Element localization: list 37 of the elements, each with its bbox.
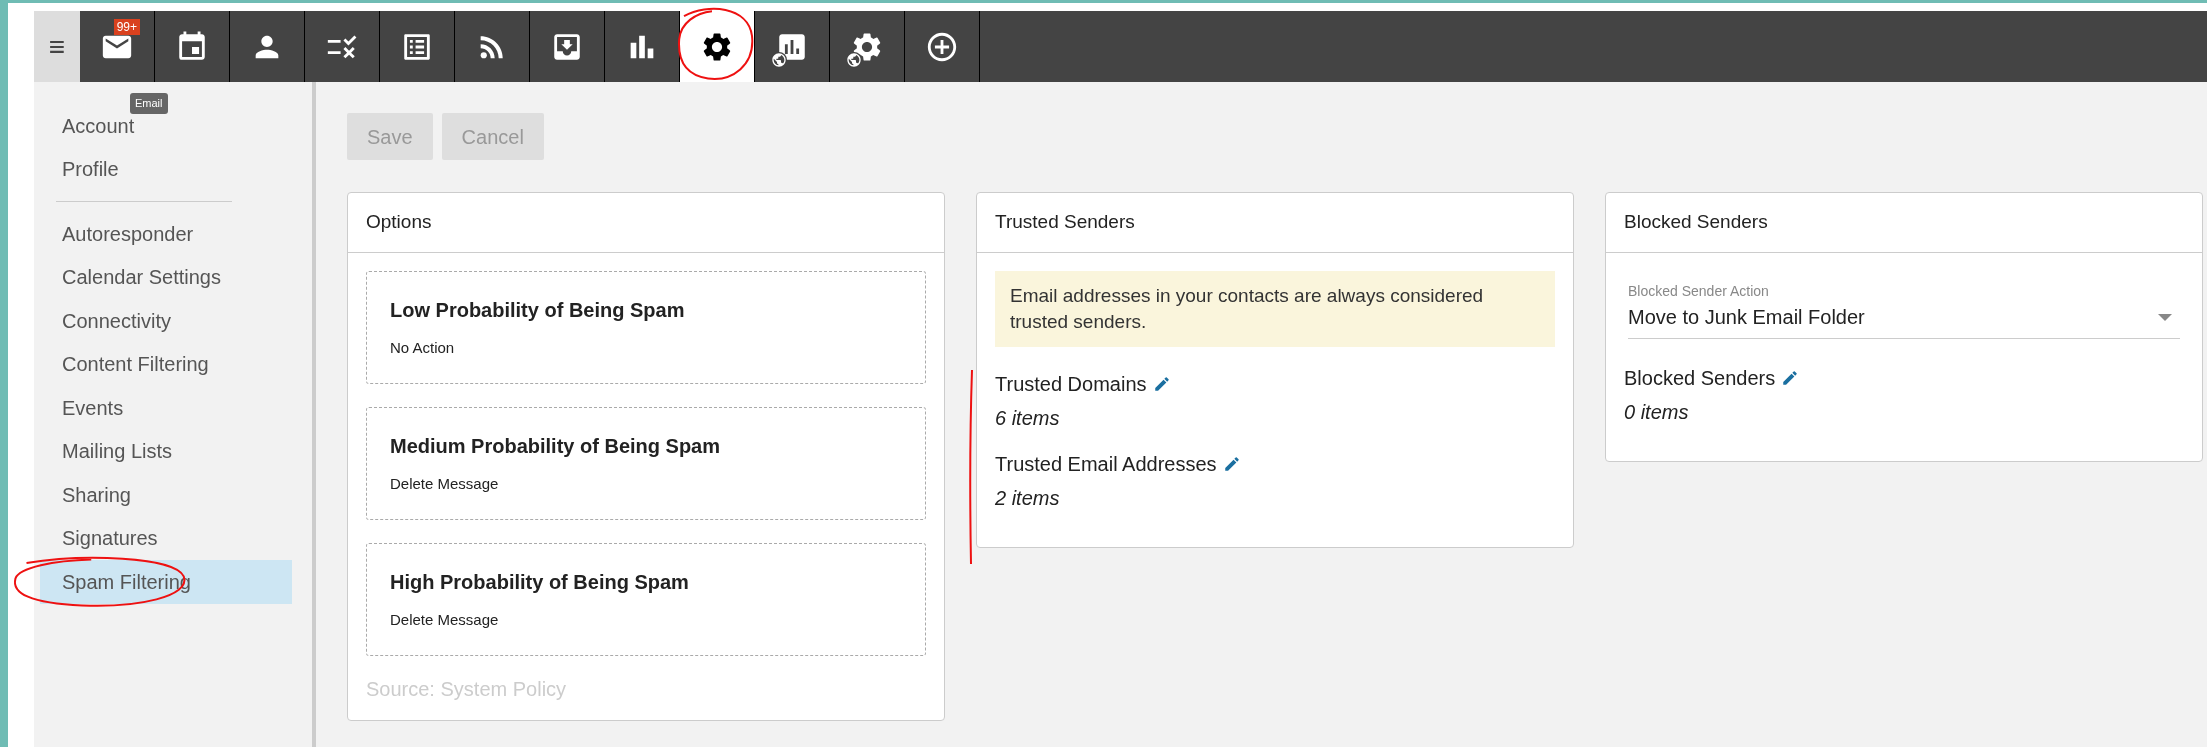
option-action: Delete Message [390, 610, 500, 631]
dropdown-caret-icon [2158, 313, 2172, 321]
option-title: Medium Probability of Being Spam [390, 434, 722, 460]
list-label: Trusted Email Addresses [995, 452, 1217, 477]
info-notice: Email addresses in your contacts are always considered trusted senders. [995, 271, 1555, 347]
card-title: Trusted Senders [995, 210, 1135, 235]
sidebar-item[interactable]: Signatures [40, 516, 292, 560]
card-title: Options [366, 210, 432, 235]
sidebar-item[interactable]: Mailing Lists [40, 429, 292, 473]
option-box[interactable]: Low Probability of Being Spam No Action [366, 271, 926, 384]
action-select[interactable]: Blocked Sender Action Move to Junk Email Folder [1628, 281, 2180, 339]
sidebar-item[interactable]: Sharing [40, 473, 292, 517]
option-title: Low Probability of Being Spam [390, 298, 686, 324]
option-action: Delete Message [390, 474, 500, 495]
option-box[interactable]: Medium Probability of Being Spam Delete Message [366, 407, 926, 520]
tooltip: Email [130, 93, 168, 114]
sidebar-item[interactable]: Events [40, 386, 292, 430]
item-count: 6 items [995, 406, 1061, 431]
sidebar-item[interactable]: Connectivity [40, 299, 292, 343]
list-label: Trusted Domains [995, 372, 1147, 397]
option-action: No Action [390, 338, 456, 359]
item-count: 2 items [995, 486, 1061, 511]
sidebar-item[interactable]: Profile [40, 147, 292, 191]
sidebar-item[interactable]: Content Filtering [40, 342, 292, 386]
edit-icon[interactable] [1781, 369, 1800, 387]
toolbar-tab[interactable] [680, 11, 755, 82]
sidebar-item[interactable]: Calendar Settings [40, 255, 292, 299]
edit-icon[interactable] [1152, 375, 1171, 393]
edit-icon[interactable] [1222, 455, 1241, 473]
option-title: High Probability of Being Spam [390, 570, 690, 596]
option-box[interactable]: High Probability of Being Spam Delete Message [366, 543, 926, 656]
menu-button[interactable]: ≡ [34, 11, 80, 82]
sidebar-item[interactable]: Autoresponder [40, 212, 292, 256]
card-title: Blocked Senders [1624, 210, 1768, 235]
item-count: 0 items [1624, 400, 1690, 425]
unread-badge: 99+ [113, 19, 140, 35]
list-label: Blocked Senders [1624, 366, 1776, 391]
